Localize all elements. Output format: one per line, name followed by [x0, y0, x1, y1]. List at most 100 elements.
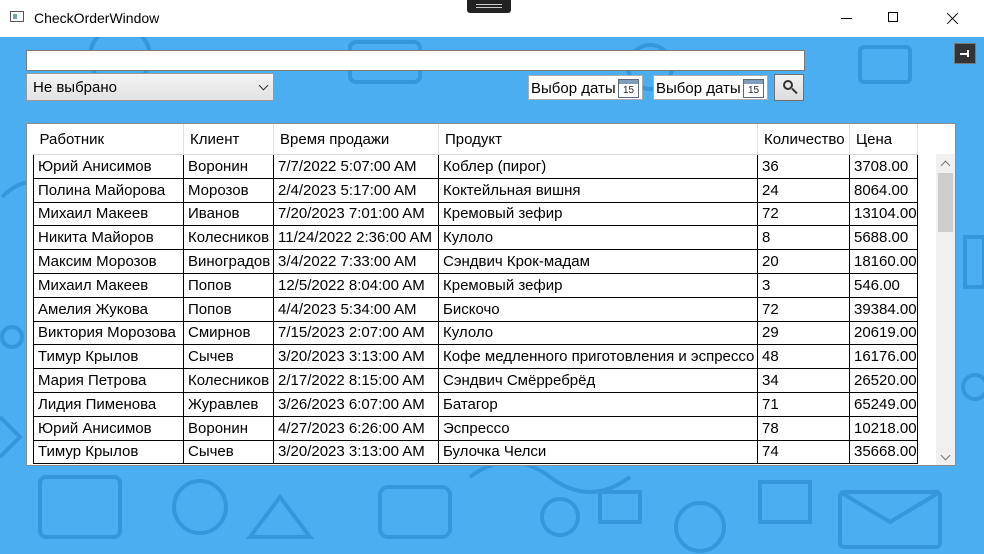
table-row[interactable]: Тимур Крылов Сычев 3/20/2023 3:13:00 AM … [33, 439, 918, 465]
cell-quantity[interactable]: 8 [757, 225, 850, 251]
cell-sale-time[interactable]: 4/27/2023 6:26:00 AM [273, 415, 439, 441]
cell-client[interactable]: Иванов [183, 201, 274, 227]
cell-product[interactable]: Эспрессо [438, 415, 758, 441]
cell-price[interactable]: 16176.00 [849, 344, 918, 370]
calendar-icon[interactable]: 15 [618, 79, 639, 98]
cell-product[interactable]: Батагор [438, 391, 758, 417]
cell-product[interactable]: Бискочо [438, 296, 758, 322]
cell-product[interactable]: Кулоло [438, 320, 758, 346]
cell-quantity[interactable]: 78 [757, 415, 850, 441]
table-row[interactable]: Тимур Крылов Сычев 3/20/2023 3:13:00 AM … [33, 344, 918, 370]
date-from-picker[interactable]: Выбор даты 15 [528, 75, 643, 100]
cell-price[interactable]: 35668.00 [849, 439, 918, 465]
vertical-scrollbar[interactable] [936, 154, 955, 465]
cell-quantity[interactable]: 29 [757, 320, 850, 346]
cell-sale-time[interactable]: 3/4/2022 7:33:00 AM [273, 249, 439, 274]
cell-price[interactable]: 13104.00 [849, 201, 918, 227]
cell-product[interactable]: Коблер (пирог) [438, 154, 758, 179]
cell-sale-time[interactable]: 2/17/2022 8:15:00 AM [273, 368, 439, 393]
panel-toggle-button[interactable] [954, 43, 976, 64]
cell-employee[interactable]: Михаил Макеев [33, 201, 184, 227]
cell-quantity[interactable]: 72 [757, 201, 850, 227]
cell-price[interactable]: 39384.00 [849, 296, 918, 322]
column-header-product[interactable]: Продукт [438, 124, 758, 155]
cell-product[interactable]: Булочка Челси [438, 439, 758, 465]
cell-product[interactable]: Кулоло [438, 225, 758, 251]
cell-employee[interactable]: Юрий Анисимов [33, 415, 184, 441]
table-row[interactable]: Юрий Анисимов Воронин 7/7/2022 5:07:00 A… [33, 154, 918, 179]
maximize-button[interactable] [871, 0, 917, 37]
cell-employee[interactable]: Амелия Жукова [33, 296, 184, 322]
cell-client[interactable]: Смирнов [183, 320, 274, 346]
table-row[interactable]: Михаил Макеев Попов 12/5/2022 8:04:00 AM… [33, 272, 918, 298]
cell-product[interactable]: Сэндвич Крок-мадам [438, 249, 758, 274]
cell-employee[interactable]: Тимур Крылов [33, 439, 184, 465]
cell-client[interactable]: Колесников [183, 225, 274, 251]
column-header-quantity[interactable]: Количество [757, 124, 850, 155]
cell-quantity[interactable]: 3 [757, 272, 850, 298]
column-header-sale-time[interactable]: Время продажи [273, 124, 439, 155]
cell-price[interactable]: 546.00 [849, 272, 918, 298]
cell-product[interactable]: Сэндвич Смёрребрёд [438, 368, 758, 393]
calendar-icon[interactable]: 15 [743, 79, 764, 98]
cell-employee[interactable]: Никита Майоров [33, 225, 184, 251]
cell-quantity[interactable]: 72 [757, 296, 850, 322]
cell-product[interactable]: Кремовый зефир [438, 201, 758, 227]
cell-client[interactable]: Сычев [183, 439, 274, 465]
cell-sale-time[interactable]: 4/4/2023 5:34:00 AM [273, 296, 439, 322]
cell-employee[interactable]: Мария Петрова [33, 368, 184, 393]
cell-client[interactable]: Воронин [183, 154, 274, 179]
cell-client[interactable]: Попов [183, 272, 274, 298]
filter-combobox[interactable]: Не выбрано [26, 73, 274, 101]
scroll-down-arrow-icon[interactable] [940, 450, 951, 461]
cell-product[interactable]: Коктейльная вишня [438, 177, 758, 203]
minimize-button[interactable] [825, 0, 871, 37]
cell-client[interactable]: Колесников [183, 368, 274, 393]
cell-price[interactable]: 8064.00 [849, 177, 918, 203]
cell-quantity[interactable]: 71 [757, 391, 850, 417]
cell-sale-time[interactable]: 7/20/2023 7:01:00 AM [273, 201, 439, 227]
cell-sale-time[interactable]: 3/20/2023 3:13:00 AM [273, 344, 439, 370]
cell-employee[interactable]: Михаил Макеев [33, 272, 184, 298]
cell-price[interactable]: 3708.00 [849, 154, 918, 179]
cell-client[interactable]: Виноградов [183, 249, 274, 274]
cell-quantity[interactable]: 36 [757, 154, 850, 179]
column-header-employee[interactable]: Работник [33, 124, 184, 155]
orders-datagrid[interactable]: Работник Клиент Время продажи Продукт Ко… [26, 123, 956, 466]
cell-sale-time[interactable]: 11/24/2022 2:36:00 AM [273, 225, 439, 251]
cell-client[interactable]: Журавлев [183, 391, 274, 417]
table-row[interactable]: Максим Морозов Виноградов 3/4/2022 7:33:… [33, 249, 918, 274]
column-header-price[interactable]: Цена [849, 124, 918, 155]
cell-employee[interactable]: Виктория Морозова [33, 320, 184, 346]
table-row[interactable]: Михаил Макеев Иванов 7/20/2023 7:01:00 A… [33, 201, 918, 227]
cell-employee[interactable]: Тимур Крылов [33, 344, 184, 370]
cell-quantity[interactable]: 24 [757, 177, 850, 203]
cell-price[interactable]: 26520.00 [849, 368, 918, 393]
cell-price[interactable]: 5688.00 [849, 225, 918, 251]
table-row[interactable]: Никита Майоров Колесников 11/24/2022 2:3… [33, 225, 918, 251]
cell-product[interactable]: Кофе медленного приготовления и эспрессо [438, 344, 758, 370]
cell-quantity[interactable]: 74 [757, 439, 850, 465]
cell-employee[interactable]: Юрий Анисимов [33, 154, 184, 179]
table-row[interactable]: Мария Петрова Колесников 2/17/2022 8:15:… [33, 368, 918, 393]
table-row[interactable]: Юрий Анисимов Воронин 4/27/2023 6:26:00 … [33, 415, 918, 441]
search-field[interactable] [26, 50, 810, 71]
cell-price[interactable]: 65249.00 [849, 391, 918, 417]
cell-client[interactable]: Воронин [183, 415, 274, 441]
close-button[interactable] [928, 0, 974, 37]
cell-employee[interactable]: Полина Майорова [33, 177, 184, 203]
table-row[interactable]: Лидия Пименова Журавлев 3/26/2023 6:07:0… [33, 391, 918, 417]
cell-sale-time[interactable]: 3/26/2023 6:07:00 AM [273, 391, 439, 417]
table-row[interactable]: Виктория Морозова Смирнов 7/15/2023 2:07… [33, 320, 918, 346]
search-input[interactable] [27, 51, 810, 70]
cell-price[interactable]: 20619.00 [849, 320, 918, 346]
cell-quantity[interactable]: 20 [757, 249, 850, 274]
snap-grip-handle[interactable] [467, 0, 511, 13]
cell-price[interactable]: 10218.00 [849, 415, 918, 441]
cell-sale-time[interactable]: 2/4/2023 5:17:00 AM [273, 177, 439, 203]
cell-client[interactable]: Попов [183, 296, 274, 322]
cell-sale-time[interactable]: 7/7/2022 5:07:00 AM [273, 154, 439, 179]
scroll-up-arrow-icon[interactable] [940, 160, 951, 171]
cell-client[interactable]: Сычев [183, 344, 274, 370]
cell-client[interactable]: Морозов [183, 177, 274, 203]
